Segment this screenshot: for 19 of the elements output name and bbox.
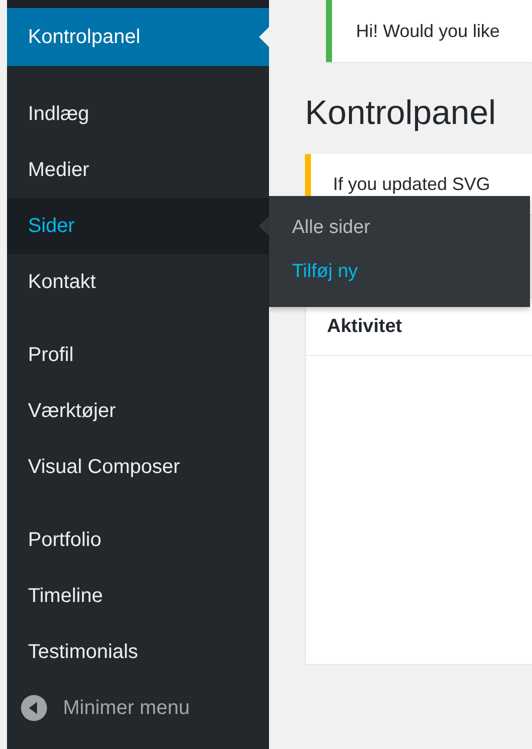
menu-item[interactable]: Sider: [7, 198, 269, 254]
menu-item[interactable]: Timeline: [7, 568, 269, 624]
notice-text: If you updated SVG: [333, 174, 490, 194]
menu-item[interactable]: Medier: [7, 142, 269, 198]
menu-item[interactable]: Portfolio: [7, 512, 269, 568]
panel-title: Aktivitet: [327, 316, 402, 338]
menu-item[interactable]: Kontakt: [7, 254, 269, 310]
page-title: Kontrolpanel: [305, 94, 497, 134]
collapse-icon: [21, 695, 47, 721]
menu-item[interactable]: Kontrolpanel: [7, 8, 269, 66]
notice-text: Hi! Would you like: [356, 20, 500, 42]
menu-item[interactable]: Indlæg: [7, 86, 269, 142]
submenu-item[interactable]: Tilføj ny: [269, 250, 530, 294]
submenu-item[interactable]: Alle sider: [269, 206, 530, 250]
menu-item[interactable]: Profil: [7, 327, 269, 383]
menu-item[interactable]: Værktøjer: [7, 383, 269, 439]
collapse-menu-button[interactable]: Minimer menu: [7, 680, 269, 736]
menu-item[interactable]: Testimonials: [7, 624, 269, 680]
menu-item[interactable]: Visual Composer: [7, 439, 269, 495]
